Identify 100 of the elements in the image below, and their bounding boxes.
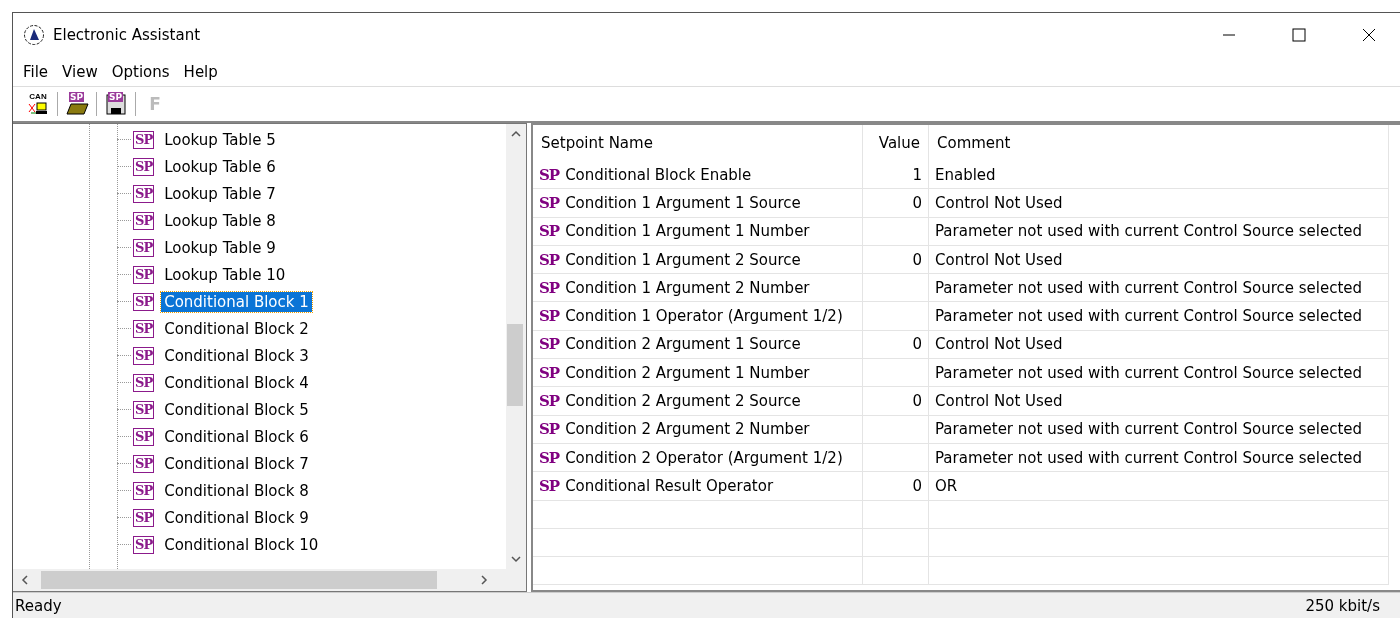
setpoint-icon: SP [133, 346, 155, 365]
tree-item[interactable]: Conditional Block 10 [161, 534, 322, 555]
tree-item[interactable]: Conditional Block 9 [161, 507, 312, 528]
tree-item[interactable]: Lookup Table 6 [161, 156, 279, 177]
setpoint-icon: SP [133, 454, 155, 473]
tree-item[interactable]: Lookup Table 8 [161, 210, 279, 231]
baud-rate: 250 kbit/s [1305, 596, 1380, 615]
setpoint-tag: SP [539, 165, 560, 184]
table-cell: 0 [863, 189, 929, 218]
table-cell: Control Not Used [929, 387, 1389, 416]
tree-item[interactable]: Lookup Table 9 [161, 237, 279, 258]
setpoint-name: Condition 1 Argument 2 Source [565, 250, 801, 269]
setpoint-tag: SP [539, 222, 560, 241]
table-cell: 1 [863, 161, 929, 190]
table-cell: Enabled [929, 161, 1389, 190]
table-cell: Control Not Used [929, 189, 1389, 218]
table-cell: Parameter not used with current Control Source selected [929, 302, 1389, 331]
setpoint-icon: SP [133, 184, 155, 203]
app-logo-icon [23, 24, 45, 46]
setpoint-tag: SP [539, 448, 560, 467]
close-icon [1362, 28, 1376, 42]
column-header[interactable]: Setpoint Name [533, 125, 863, 161]
menu-item[interactable]: Help [176, 62, 225, 81]
table-cell [863, 557, 929, 586]
status-message: Ready [15, 596, 62, 615]
setpoint-name: Condition 1 Operator (Argument 1/2) [565, 307, 843, 326]
menu-item[interactable]: Options [104, 62, 177, 81]
table-cell: Control Not Used [929, 245, 1389, 275]
setpoint-name: Condition 1 Argument 1 Source [565, 193, 801, 212]
scroll-down-icon[interactable] [510, 553, 522, 565]
table-cell: Parameter not used with current Control Source selected [929, 415, 1389, 444]
setpoint-tag: SP [539, 392, 560, 410]
setpoint-icon: SP [133, 130, 155, 149]
tree-item[interactable]: Conditional Block 3 [161, 345, 312, 366]
setpoint-name: Condition 2 Argument 2 Source [565, 392, 801, 410]
can-connect-button[interactable]: CAN [25, 91, 51, 117]
tree-item[interactable]: Lookup Table 10 [161, 264, 289, 285]
table-cell: Parameter not used with current Control Source selected [929, 359, 1389, 388]
setpoint-icon: SP [133, 508, 155, 527]
setpoint-icon: SP [133, 319, 155, 338]
maximize-icon [1292, 28, 1306, 42]
setpoint-name: Condition 2 Operator (Argument 1/2) [565, 448, 843, 467]
tree-item[interactable]: Conditional Block 8 [161, 480, 312, 501]
setpoint-tag: SP [539, 193, 560, 212]
setpoint-name: Condition 2 Argument 2 Number [565, 420, 810, 439]
setpoint-name: Conditional Block Enable [565, 165, 752, 184]
table-cell: 0 [863, 472, 929, 501]
scrollbar-thumb[interactable] [507, 324, 523, 406]
setpoint-icon: SP [133, 238, 155, 257]
setpoint-icon: SP [133, 400, 155, 419]
tree-item[interactable]: Conditional Block 6 [161, 426, 312, 447]
column-header[interactable]: Value [863, 125, 929, 161]
table-cell: Control Not Used [929, 330, 1389, 360]
setpoint-tag: SP [539, 307, 560, 326]
table-cell: 0 [863, 330, 929, 360]
tree-item[interactable]: Conditional Block 1 [161, 291, 312, 312]
setpoint-tag: SP [539, 278, 560, 297]
scroll-right-icon[interactable] [478, 574, 490, 586]
menu-item[interactable]: File [16, 62, 56, 81]
tree-item[interactable]: Conditional Block 4 [161, 372, 312, 393]
setpoint-tag: SP [539, 250, 560, 269]
setpoint-tag: SP [539, 363, 560, 382]
setpoint-icon: SP [133, 292, 155, 311]
setpoint-name: Condition 2 Argument 1 Source [565, 335, 801, 354]
open-file-button[interactable]: SP [64, 91, 90, 117]
table-cell [863, 528, 929, 558]
computer-icon [27, 101, 49, 115]
table-cell: Parameter not used with current Control Source selected [929, 217, 1389, 246]
tree-item[interactable]: Conditional Block 7 [161, 453, 312, 474]
table-cell: Parameter not used with current Control Source selected [929, 443, 1389, 473]
table-cell: OR [929, 472, 1389, 501]
menu-item[interactable]: View [55, 62, 105, 81]
setpoint-name: Condition 2 Argument 1 Number [565, 363, 810, 382]
setpoint-tag: SP [539, 335, 560, 354]
setpoint-icon: SP [133, 481, 155, 500]
setpoint-name: Conditional Result Operator [565, 476, 774, 495]
scroll-left-icon[interactable] [19, 574, 31, 586]
tree-item[interactable]: Lookup Table 7 [161, 183, 279, 204]
setpoint-name: Condition 1 Argument 1 Number [565, 222, 810, 241]
table-cell: Parameter not used with current Control Source selected [929, 274, 1389, 303]
column-header[interactable]: Comment [929, 125, 1389, 161]
setpoint-icon: SP [133, 373, 155, 392]
tree-item[interactable]: Lookup Table 5 [161, 129, 279, 150]
setpoint-tag: SP [539, 420, 560, 439]
tree-item[interactable]: Conditional Block 5 [161, 399, 312, 420]
scrollbar-thumb[interactable] [41, 571, 437, 589]
setpoint-tag: SP [539, 476, 560, 495]
setpoint-icon: SP [133, 265, 155, 284]
setpoint-icon: SP [133, 211, 155, 230]
table-cell: 0 [863, 387, 929, 416]
horizontal-scrollbar[interactable] [13, 569, 526, 591]
table-cell [863, 500, 929, 529]
setpoint-icon: SP [133, 427, 155, 446]
save-file-button[interactable]: SP [103, 91, 129, 117]
setpoint-icon: SP [133, 535, 155, 554]
window-title: Electronic Assistant [53, 26, 202, 44]
vertical-scrollbar[interactable] [506, 124, 526, 569]
setpoint-icon: SP [133, 157, 155, 176]
table-cell: 0 [863, 245, 929, 275]
tree-item[interactable]: Conditional Block 2 [161, 318, 312, 339]
